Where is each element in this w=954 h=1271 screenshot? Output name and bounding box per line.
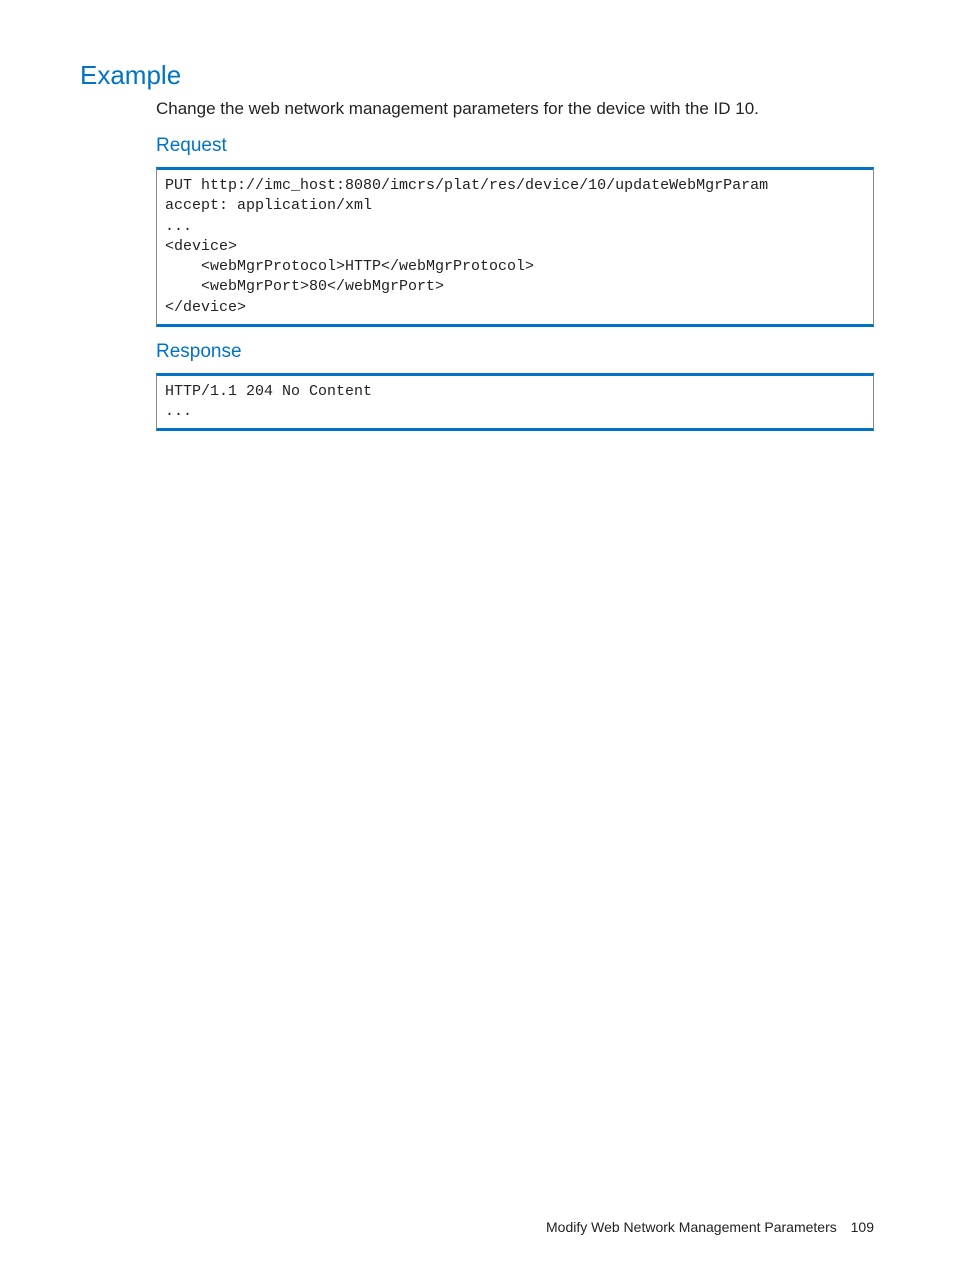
heading-response: Response xyxy=(156,341,874,363)
page-footer: Modify Web Network Management Parameters… xyxy=(546,1219,874,1235)
intro-text: Change the web network management parame… xyxy=(156,99,874,119)
page-container: Example Change the web network managemen… xyxy=(0,0,954,1271)
code-response: HTTP/1.1 204 No Content ... xyxy=(156,373,874,432)
code-request: PUT http://imc_host:8080/imcrs/plat/res/… xyxy=(156,167,874,327)
footer-title: Modify Web Network Management Parameters xyxy=(546,1219,837,1235)
heading-request: Request xyxy=(156,135,874,157)
heading-example: Example xyxy=(80,60,874,91)
footer-page-number: 109 xyxy=(851,1219,874,1235)
